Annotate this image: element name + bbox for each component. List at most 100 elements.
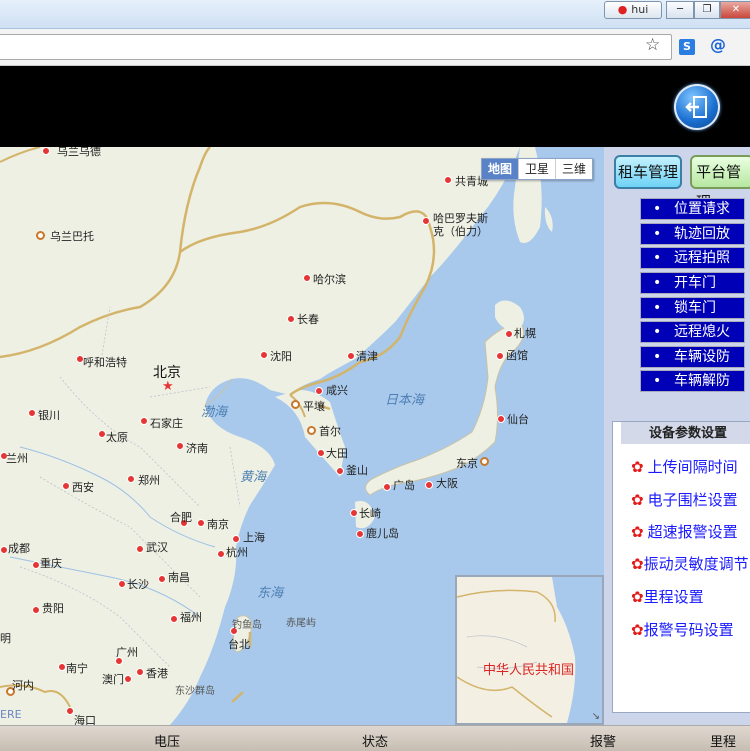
city-label: 济南 [186, 442, 208, 455]
gear-icon: ✿ [631, 621, 644, 639]
bullet-icon: • [653, 300, 662, 316]
arm-vehicle-button[interactable]: • 车辆设防 [640, 346, 745, 368]
city-label: 上海 [243, 531, 265, 544]
city-label: 釜山 [346, 464, 368, 477]
bullet-icon: • [653, 250, 662, 266]
overview-map-inset[interactable]: 中华人民共和国 ↘ [455, 575, 604, 725]
restore-button[interactable]: ❐ [694, 1, 720, 19]
city-label: 长沙 [127, 578, 149, 591]
city-label: 杭州 [226, 546, 248, 559]
param-overspeed-alarm[interactable]: ✿ 超速报警设置 [631, 521, 738, 542]
disarm-vehicle-button[interactable]: • 车辆解防 [640, 370, 745, 392]
city-label: 台北 [228, 638, 250, 651]
location-request-button[interactable]: • 位置请求 [640, 198, 745, 220]
island-label: 赤尾屿 [286, 618, 316, 629]
gear-icon: ✿ [631, 523, 644, 541]
gear-icon: ✿ [631, 588, 644, 606]
tab-platform-management[interactable]: 平台管理 [690, 155, 750, 211]
city-label: 兰州 [6, 452, 28, 465]
address-input[interactable] [0, 34, 672, 60]
extension-s-icon[interactable]: S [679, 39, 695, 55]
status-bar: 电压 状态 报警 里程 [0, 725, 750, 751]
window-titlebar: ● hui ─ ❐ ✕ [0, 0, 750, 29]
params-title: 设备参数设置 [621, 422, 750, 444]
city-label: 克（伯力） [433, 225, 488, 238]
city-label: 海口 [74, 714, 96, 725]
param-upload-interval[interactable]: ✿ 上传间隔时间 [631, 456, 738, 477]
city-label: 平壤 [303, 400, 325, 413]
island-label: 钓鱼岛 [232, 620, 262, 631]
param-geofence[interactable]: ✿ 电子围栏设置 [631, 489, 738, 510]
city-label: 广岛 [393, 479, 415, 492]
map-type-3d[interactable]: 三维 [556, 159, 592, 179]
city-label: 西安 [72, 481, 94, 494]
city-label: 郑州 [138, 474, 160, 487]
sea-label: 日本海 [385, 393, 425, 408]
city-label: 成都 [8, 542, 30, 555]
city-label: 长崎 [359, 507, 381, 520]
city-label: 函馆 [506, 349, 528, 362]
city-label: 太原 [106, 431, 128, 444]
city-label: 贵阳 [42, 602, 64, 615]
capital-star-icon: ★ [162, 379, 174, 394]
city-label: 重庆 [40, 557, 62, 570]
city-label: 首尔 [319, 425, 341, 438]
param-alarm-number[interactable]: ✿报警号码设置 [631, 619, 734, 640]
sea-label: 东海 [257, 586, 284, 601]
bullet-icon: • [653, 275, 662, 291]
city-label: 仙台 [507, 413, 529, 426]
inset-country-label: 中华人民共和国 [483, 663, 575, 678]
city-label: 大田 [326, 447, 348, 460]
city-label: 咸兴 [326, 384, 348, 397]
param-mileage[interactable]: ✿里程设置 [631, 586, 704, 607]
city-label: 沈阳 [270, 350, 292, 363]
bullet-icon: • [653, 349, 662, 365]
city-label: 石家庄 [150, 417, 183, 430]
city-label: 银川 [38, 409, 60, 422]
city-label: 明 [0, 632, 11, 645]
gear-icon: ✿ [631, 491, 644, 509]
status-voltage: 电压 [154, 735, 181, 750]
status-mileage: 里程 [710, 735, 737, 750]
city-label: 福州 [180, 611, 202, 624]
browser-toolbar: ☆ S @ [0, 29, 750, 66]
city-label: 河内 [12, 679, 34, 692]
extension-at-icon[interactable]: @ [710, 35, 726, 54]
city-label: 南宁 [66, 662, 88, 675]
bullet-icon: • [653, 201, 662, 217]
city-label: 大阪 [436, 477, 458, 490]
user-profile-button[interactable]: ● hui [604, 1, 662, 19]
city-label: 南昌 [168, 571, 190, 584]
app-header [0, 66, 750, 147]
city-label: 札幌 [514, 327, 536, 340]
tab-rental-management[interactable]: 租车管理 [614, 155, 682, 189]
bookmark-star-icon[interactable]: ☆ [645, 35, 660, 55]
map-watermark: ERE [0, 708, 22, 721]
close-button[interactable]: ✕ [720, 1, 750, 19]
city-label: 乌兰乌德 [57, 147, 101, 158]
control-sidebar: 租车管理 平台管理 •位置请求 •轨迹回放 •远程拍照 •开车门 •锁车门 •远… [604, 147, 750, 725]
exit-icon [685, 96, 707, 118]
user-icon: ● [617, 3, 628, 16]
remote-shutdown-button[interactable]: • 远程熄火 [640, 321, 745, 343]
param-vibration-sensitivity[interactable]: ✿振动灵敏度调节 [631, 553, 749, 574]
inset-map [457, 577, 602, 723]
city-label: 合肥 [170, 511, 192, 524]
status-alarm: 报警 [590, 735, 617, 750]
island-label: 东沙群岛 [175, 686, 215, 697]
city-label: 呼和浩特 [83, 356, 127, 369]
city-label: 东京 [456, 457, 478, 470]
minimize-button[interactable]: ─ [666, 1, 694, 19]
city-label: 武汉 [146, 541, 168, 554]
map-type-map[interactable]: 地图 [482, 159, 520, 179]
exit-button[interactable] [674, 84, 720, 130]
open-door-button[interactable]: • 开车门 [640, 272, 745, 294]
city-label: 清津 [356, 350, 378, 363]
track-playback-button[interactable]: • 轨迹回放 [640, 223, 745, 245]
device-params-panel: 设备参数设置 ✿ 上传间隔时间 ✿ 电子围栏设置 ✿ 超速报警设置 ✿振动灵敏度调节 … [612, 421, 750, 713]
remote-photo-button[interactable]: • 远程拍照 [640, 247, 745, 269]
gear-icon: ✿ [631, 458, 644, 476]
inset-toggle-icon[interactable]: ↘ [592, 711, 600, 722]
map-type-satellite[interactable]: 卫星 [519, 159, 557, 179]
lock-door-button[interactable]: • 锁车门 [640, 297, 745, 319]
